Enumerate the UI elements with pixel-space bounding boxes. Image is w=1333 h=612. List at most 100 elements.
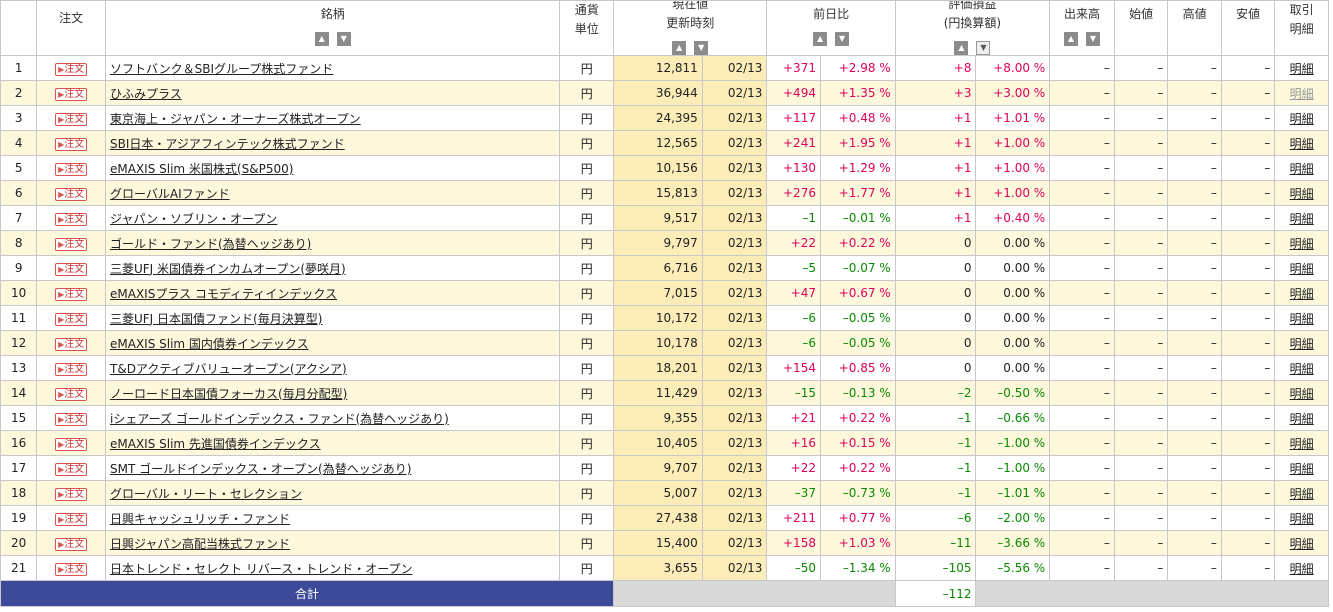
order-button[interactable]: ▶注文: [55, 437, 88, 451]
price-cell: 6,716: [612, 255, 703, 281]
detail-link[interactable]: 明細: [1290, 487, 1314, 501]
fund-name-link[interactable]: SMT ゴールドインデックス・オープン(為替ヘッジあり): [110, 462, 411, 476]
detail-link[interactable]: 明細: [1290, 462, 1314, 476]
detail-link[interactable]: 明細: [1290, 262, 1314, 276]
sort-down-icon[interactable]: ▼: [336, 32, 351, 46]
order-button[interactable]: ▶注文: [55, 337, 88, 351]
detail-link[interactable]: 明細: [1290, 312, 1314, 326]
order-button[interactable]: ▶注文: [55, 112, 88, 126]
fund-name-link[interactable]: eMAXIS Slim 先進国債券インデックス: [110, 437, 321, 451]
order-button-label: 注文: [64, 138, 85, 150]
detail-link[interactable]: 明細: [1290, 362, 1314, 376]
fund-name-link[interactable]: 日本トレンド・セレクト リバース・トレンド・オープン: [110, 562, 413, 576]
volume-cell: –: [1049, 380, 1115, 406]
sort-up-icon[interactable]: ▲: [1064, 32, 1078, 46]
fund-name-link[interactable]: eMAXIS Slim 米国株式(S&P500): [110, 162, 293, 176]
fund-name-link[interactable]: グローバルAIファンド: [110, 187, 230, 201]
sort-up-icon[interactable]: ▲: [813, 32, 828, 46]
order-button[interactable]: ▶注文: [55, 287, 88, 301]
sort-down-icon[interactable]: ▼: [694, 41, 709, 55]
order-button[interactable]: ▶注文: [55, 512, 88, 526]
fund-name-link[interactable]: グローバル・リート・セレクション: [110, 487, 302, 501]
order-button[interactable]: ▶注文: [55, 562, 88, 576]
sort-up-icon[interactable]: ▲: [954, 41, 969, 55]
price-cell: 9,355: [612, 405, 703, 431]
change-cell: –15: [766, 380, 821, 406]
detail-link[interactable]: 明細: [1290, 437, 1314, 451]
pl-pct-cell: 0.00 %: [975, 230, 1051, 256]
fund-name-link[interactable]: 日興ジャパン高配当株式ファンド: [110, 537, 290, 551]
order-button[interactable]: ▶注文: [55, 62, 88, 76]
fund-name-link[interactable]: 三菱UFJ 日本国債ファンド(毎月決算型): [110, 312, 322, 326]
order-cell: ▶注文: [36, 180, 106, 206]
sort-up-icon[interactable]: ▲: [672, 41, 687, 55]
sort-down-icon[interactable]: ▼: [976, 41, 991, 55]
detail-link[interactable]: 明細: [1290, 112, 1314, 126]
update-time-cell: 02/13: [701, 280, 768, 306]
order-button[interactable]: ▶注文: [55, 187, 88, 201]
pl-cell: –6: [894, 505, 977, 531]
order-button[interactable]: ▶注文: [55, 387, 88, 401]
price-cell: 12,565: [612, 130, 703, 156]
detail-link[interactable]: 明細: [1290, 137, 1314, 151]
update-time-cell: 02/13: [701, 330, 768, 356]
fund-name-link[interactable]: ゴールド・ファンド(為替ヘッジあり): [110, 237, 311, 251]
detail-link[interactable]: 明細: [1290, 212, 1314, 226]
order-button[interactable]: ▶注文: [55, 487, 88, 501]
row-number: 3: [0, 105, 38, 131]
detail-link[interactable]: 明細: [1290, 562, 1314, 576]
fund-name-link[interactable]: iシェアーズ ゴールドインデックス・ファンド(為替ヘッジあり): [110, 412, 449, 426]
order-button[interactable]: ▶注文: [55, 237, 88, 251]
detail-link[interactable]: 明細: [1290, 162, 1314, 176]
fund-name-link[interactable]: 三菱UFJ 米国債券インカムオープン(夢咲月): [110, 262, 346, 276]
row-number: 11: [0, 305, 38, 331]
open-cell: –: [1113, 255, 1169, 281]
fund-name-link[interactable]: 東京海上・ジャパン・オーナーズ株式オープン: [110, 112, 361, 126]
detail-link[interactable]: 明細: [1290, 387, 1314, 401]
fund-name-link[interactable]: ひふみプラス: [110, 87, 182, 101]
sort-down-icon[interactable]: ▼: [1086, 32, 1100, 46]
sort-down-icon[interactable]: ▼: [835, 32, 850, 46]
order-button[interactable]: ▶注文: [55, 412, 88, 426]
fund-name-link[interactable]: eMAXISプラス コモディティインデックス: [110, 287, 337, 301]
price-cell: 10,156: [612, 155, 703, 181]
fund-name-link[interactable]: eMAXIS Slim 国内債券インデックス: [110, 337, 309, 351]
order-button[interactable]: ▶注文: [55, 137, 88, 151]
fund-name-link[interactable]: ジャパン・ソブリン・オープン: [110, 212, 277, 226]
order-cell: ▶注文: [36, 155, 106, 181]
detail-link[interactable]: 明細: [1290, 412, 1314, 426]
open-cell: –: [1113, 405, 1169, 431]
update-time-cell: 02/13: [701, 255, 768, 281]
detail-link[interactable]: 明細: [1290, 512, 1314, 526]
fund-name-link[interactable]: T&Dアクティブバリューオープン(アクシア): [110, 362, 347, 376]
detail-link[interactable]: 明細: [1290, 237, 1314, 251]
detail-link[interactable]: 明細: [1290, 62, 1314, 76]
order-button[interactable]: ▶注文: [55, 262, 88, 276]
fund-name-cell: 東京海上・ジャパン・オーナーズ株式オープン: [104, 105, 561, 131]
currency-cell: 円: [559, 330, 614, 356]
detail-link[interactable]: 明細: [1290, 537, 1314, 551]
detail-link[interactable]: 明細: [1290, 287, 1314, 301]
detail-cell: 明細: [1274, 305, 1329, 331]
fund-name-link[interactable]: SBI日本・アジアフィンテック株式ファンド: [110, 137, 345, 151]
detail-link[interactable]: 明細: [1290, 87, 1314, 101]
currency-cell: 円: [559, 480, 614, 506]
currency-cell: 円: [559, 255, 614, 281]
fund-name-link[interactable]: ノーロード日本国債フォーカス(毎月分配型): [110, 387, 347, 401]
sort-up-icon[interactable]: ▲: [314, 32, 329, 46]
detail-link[interactable]: 明細: [1290, 337, 1314, 351]
order-button[interactable]: ▶注文: [55, 87, 88, 101]
order-button[interactable]: ▶注文: [55, 312, 88, 326]
detail-link[interactable]: 明細: [1290, 187, 1314, 201]
order-button[interactable]: ▶注文: [55, 462, 88, 476]
low-cell: –: [1220, 430, 1276, 456]
fund-name-link[interactable]: ソフトバンク＆SBIグループ株式ファンド: [110, 62, 333, 76]
volume-cell: –: [1049, 430, 1115, 456]
order-button[interactable]: ▶注文: [55, 537, 88, 551]
table-row: 18 ▶注文 グローバル・リート・セレクション 円 5,007 02/13 –37 –0.73…: [0, 480, 1329, 506]
order-button[interactable]: ▶注文: [55, 162, 88, 176]
col-detail-label-1: 取引: [1289, 3, 1314, 17]
order-button[interactable]: ▶注文: [55, 212, 88, 226]
fund-name-link[interactable]: 日興キャッシュリッチ・ファンド: [110, 512, 290, 526]
order-button[interactable]: ▶注文: [55, 362, 88, 376]
